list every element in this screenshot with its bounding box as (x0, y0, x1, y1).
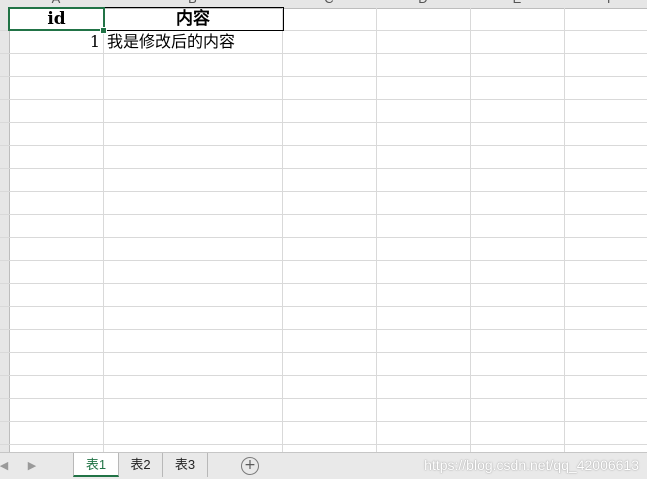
sheet-tab-1[interactable]: 表1 (73, 453, 119, 477)
gridline-horizontal (0, 283, 647, 284)
column-header-f[interactable]: F (564, 0, 647, 7)
add-sheet-plus-icon[interactable]: + (241, 457, 259, 475)
worksheet-grid[interactable]: A B C D E F id 内容 1 我是修改后的内容 (0, 0, 647, 452)
row-header-bar[interactable] (0, 8, 10, 452)
gridline-horizontal (0, 191, 647, 192)
gridline-horizontal (0, 214, 647, 215)
column-header-a[interactable]: A (9, 0, 103, 7)
prev-sheet-arrow-icon[interactable]: ◀ (0, 457, 12, 475)
gridline-vertical (470, 8, 471, 452)
cell-b2[interactable]: 我是修改后的内容 (107, 31, 282, 53)
gridline-horizontal (0, 53, 647, 54)
gridline-vertical (103, 8, 104, 452)
gridline-vertical (564, 8, 565, 452)
column-header-b[interactable]: B (103, 0, 282, 7)
column-header-e[interactable]: E (470, 0, 564, 7)
sheet-tab-2[interactable]: 表2 (119, 453, 163, 477)
gridline-horizontal (0, 375, 647, 376)
next-sheet-arrow-icon[interactable]: ▶ (24, 457, 40, 475)
sheet-tab-3[interactable]: 表3 (163, 453, 208, 477)
gridline-horizontal (0, 168, 647, 169)
gridline-horizontal (0, 329, 647, 330)
gridline-horizontal (0, 122, 647, 123)
cell-b1[interactable]: 内容 (104, 8, 282, 30)
gridline-horizontal (0, 99, 647, 100)
column-header-d[interactable]: D (376, 0, 470, 7)
gridline-vertical (282, 8, 283, 452)
gridline-horizontal (0, 145, 647, 146)
column-header-c[interactable]: C (282, 0, 376, 7)
gridline-horizontal (0, 76, 647, 77)
gridline-horizontal (0, 306, 647, 307)
gridline-horizontal (0, 260, 647, 261)
watermark-text: https://blog.csdn.net/qq_42006613 (424, 457, 639, 473)
cell-a1[interactable]: id (10, 8, 103, 30)
gridline-horizontal (0, 398, 647, 399)
gridline-horizontal (0, 444, 647, 445)
gridline-horizontal (0, 352, 647, 353)
gridline-vertical (376, 8, 377, 452)
cell-a2[interactable]: 1 (10, 31, 100, 53)
gridline-horizontal (0, 237, 647, 238)
sheet-tab-bar: ◀ ▶ 表1 表2 表3 + https://blog.csdn.net/qq_… (0, 452, 647, 479)
fill-handle[interactable] (100, 27, 107, 34)
gridline-horizontal (0, 421, 647, 422)
